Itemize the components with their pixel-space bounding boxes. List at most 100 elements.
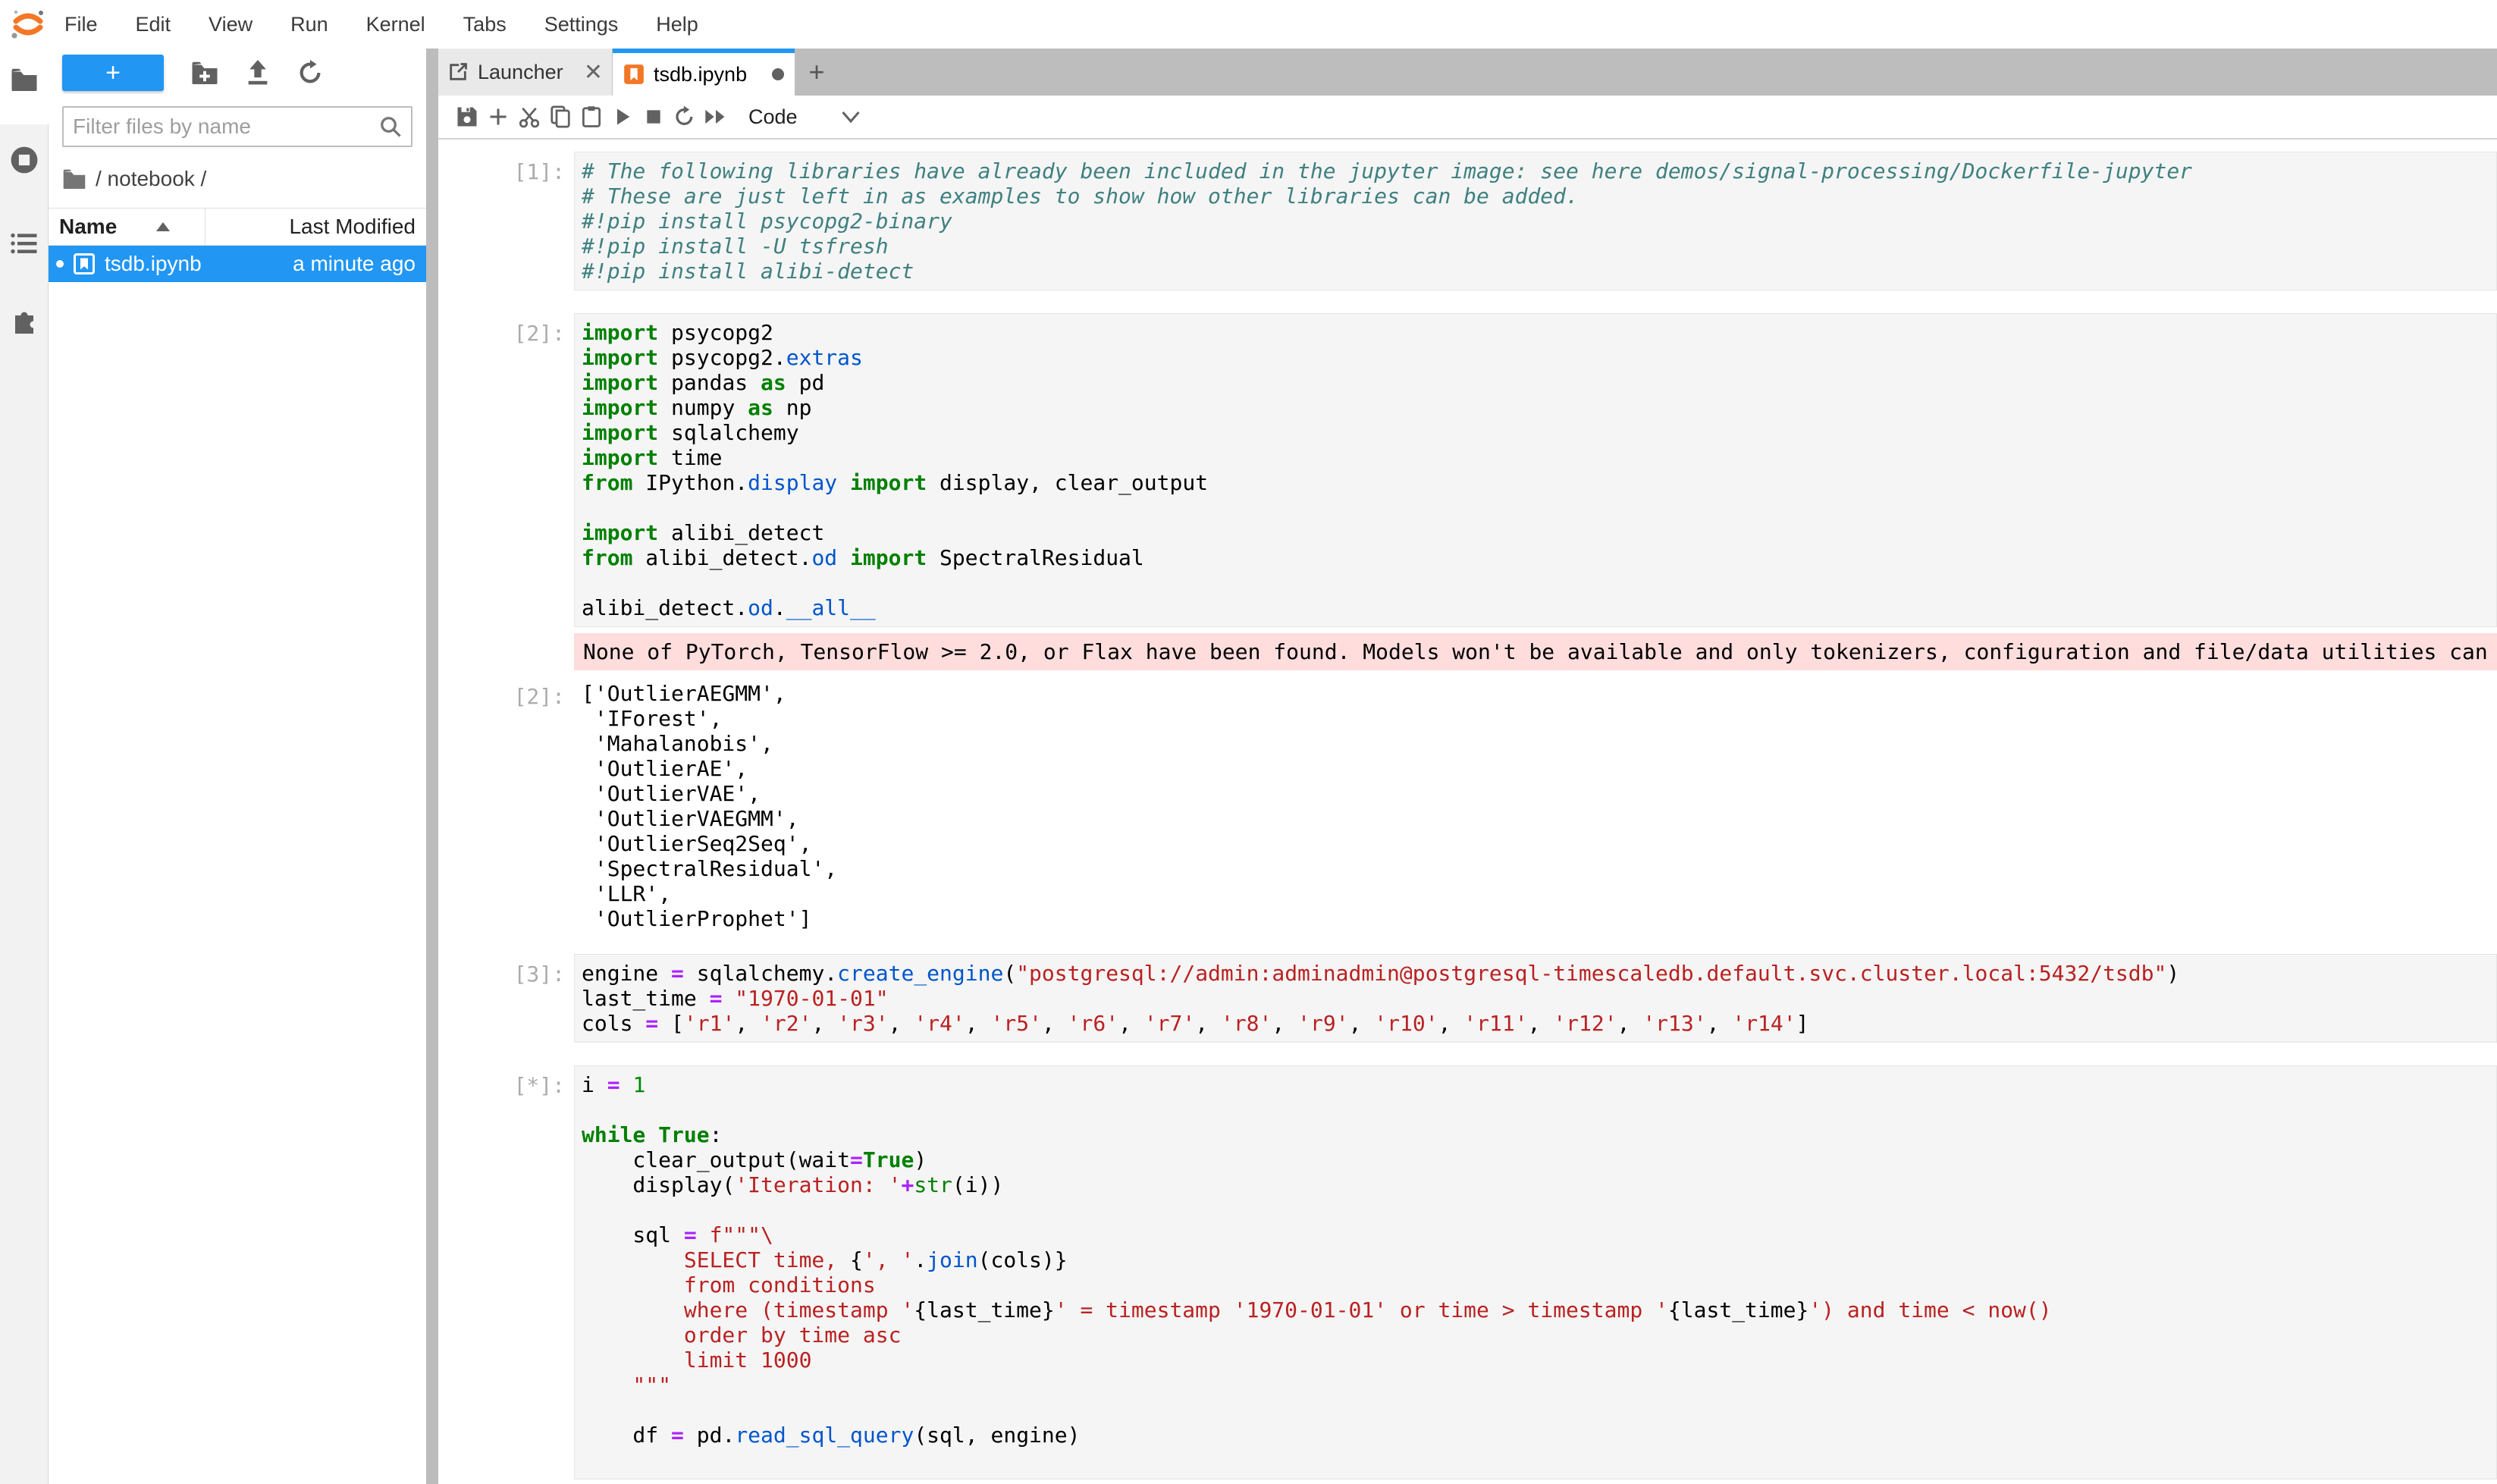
notebook-file-icon — [73, 253, 96, 275]
menu-item-settings[interactable]: Settings — [525, 0, 638, 49]
cell-input-row: [2]:import psycopg2 import psycopg2.extr… — [438, 313, 2497, 627]
plus-icon — [488, 106, 509, 127]
code-cell: [*]:i = 1 while True: clear_output(wait=… — [438, 1065, 2497, 1479]
cut-cells-button[interactable] — [517, 104, 541, 130]
column-header-modified[interactable]: Last Modified — [205, 208, 426, 246]
new-launcher-button[interactable]: + — [62, 55, 164, 91]
cell-type-label: Code — [748, 105, 798, 129]
output-result: [2]:['OutlierAEGMM', 'IForest', 'Mahalan… — [438, 676, 2497, 931]
panel-resize-handle[interactable] — [426, 49, 438, 1484]
upload-icon — [246, 60, 270, 86]
file-modified: a minute ago — [293, 252, 426, 276]
interrupt-kernel-button[interactable] — [642, 104, 666, 130]
stderr-message: None of PyTorch, TensorFlow >= 2.0, or F… — [574, 633, 2497, 670]
refresh-icon — [297, 60, 323, 86]
execution-count: [2]: — [438, 313, 574, 627]
launcher-icon — [447, 61, 469, 83]
copy-icon — [549, 105, 572, 128]
notebook-toolbar: Code — [438, 96, 2497, 140]
breadcrumb[interactable]: / notebook / — [62, 164, 426, 194]
file-filter-box — [62, 106, 413, 147]
sidebar-tab-table-of-contents[interactable] — [0, 174, 49, 255]
restart-kernel-button[interactable] — [673, 104, 697, 130]
activity-bar — [0, 49, 49, 1484]
refresh-button[interactable] — [297, 60, 323, 86]
file-browser-panel: + — [49, 49, 426, 1484]
menu-bar: FileEditViewRunKernelTabsSettingsHelp — [0, 0, 2497, 49]
code-editor[interactable]: import psycopg2 import psycopg2.extras i… — [574, 313, 2497, 627]
file-browser-toolbar: + — [49, 49, 426, 97]
jupyter-logo — [11, 7, 45, 42]
new-folder-icon — [191, 61, 218, 84]
column-header-name[interactable]: Name — [49, 215, 205, 239]
cell-input-row: [*]:i = 1 while True: clear_output(wait=… — [438, 1065, 2497, 1479]
menu-item-run[interactable]: Run — [271, 0, 347, 49]
run-icon — [612, 106, 633, 127]
home-folder-icon — [62, 169, 86, 189]
code-editor[interactable]: # The following libraries have already b… — [574, 152, 2497, 290]
add-cell-button[interactable] — [486, 104, 510, 130]
menu-item-help[interactable]: Help — [637, 0, 717, 49]
code-cell: [3]:engine = sqlalchemy.create_engine("p… — [438, 954, 2497, 1043]
chevron-down-icon — [842, 111, 860, 123]
tab-launcher-label: Launcher — [478, 61, 584, 84]
tab-notebook-label: tsdb.ipynb — [654, 63, 772, 86]
file-list-header: Name Last Modified — [49, 208, 426, 246]
file-filter-input[interactable] — [73, 115, 379, 139]
save-icon — [456, 105, 478, 128]
output-prompt: [2]: — [438, 676, 574, 931]
sort-ascending-icon — [156, 222, 170, 231]
puzzle-icon — [11, 311, 38, 338]
cell-input-row: [3]:engine = sqlalchemy.create_engine("p… — [438, 954, 2497, 1043]
restart-icon — [673, 105, 696, 128]
cell-input-row: [1]:# The following libraries have alrea… — [438, 152, 2497, 290]
execution-count: [3]: — [438, 954, 574, 1043]
notebook-tab-icon — [623, 64, 645, 85]
output-stderr: None of PyTorch, TensorFlow >= 2.0, or F… — [438, 633, 2497, 670]
cell-type-dropdown[interactable]: Code — [748, 105, 860, 129]
restart-run-all-button[interactable] — [704, 104, 728, 130]
code-editor[interactable]: engine = sqlalchemy.create_engine("postg… — [574, 954, 2497, 1043]
run-button[interactable] — [610, 104, 635, 130]
dock-tab-bar: Launcher ✕ tsdb.ipynb + — [438, 49, 2497, 96]
folder-icon — [11, 68, 38, 91]
stop-icon — [644, 107, 663, 127]
search-icon — [379, 115, 402, 138]
new-tab-button[interactable]: + — [795, 49, 839, 96]
output-prompt-spacer — [438, 633, 574, 670]
code-editor[interactable]: i = 1 while True: clear_output(wait=True… — [574, 1065, 2497, 1479]
execution-count: [1]: — [438, 152, 574, 290]
sidebar-tab-running-sessions[interactable] — [0, 91, 49, 174]
upload-button[interactable] — [246, 60, 270, 86]
menu-item-view[interactable]: View — [190, 0, 271, 49]
paste-icon — [580, 105, 603, 128]
paste-cells-button[interactable] — [579, 104, 604, 130]
menu-item-file[interactable]: File — [45, 0, 117, 49]
new-folder-button[interactable] — [191, 61, 218, 84]
sidebar-tab-file-browser[interactable] — [0, 49, 49, 91]
unsaved-changes-dot-icon[interactable] — [772, 68, 784, 80]
tab-tsdb-notebook[interactable]: tsdb.ipynb — [613, 49, 795, 96]
file-name: tsdb.ipynb — [105, 252, 293, 276]
file-row-tsdb[interactable]: tsdb.ipynb a minute ago — [49, 246, 426, 282]
menu-item-edit[interactable]: Edit — [117, 0, 190, 49]
scissors-icon — [518, 105, 541, 128]
code-cell: [1]:# The following libraries have alrea… — [438, 152, 2497, 290]
unsaved-dot-icon — [56, 260, 64, 268]
stop-circle-icon — [10, 146, 39, 174]
code-cell: [2]:import psycopg2 import psycopg2.extr… — [438, 313, 2497, 931]
menu-item-tabs[interactable]: Tabs — [444, 0, 525, 49]
tab-launcher[interactable]: Launcher ✕ — [438, 49, 613, 96]
sidebar-tab-extension-manager[interactable] — [0, 255, 49, 338]
breadcrumb-path: / notebook / — [96, 167, 206, 191]
menu-item-kernel[interactable]: Kernel — [347, 0, 444, 49]
tab-close-icon[interactable]: ✕ — [584, 59, 603, 86]
menu-items: FileEditViewRunKernelTabsSettingsHelp — [45, 0, 717, 49]
save-button[interactable] — [455, 104, 479, 130]
fast-forward-icon — [704, 106, 728, 127]
copy-cells-button[interactable] — [548, 104, 572, 130]
notebook-cells: [1]:# The following libraries have alrea… — [438, 140, 2497, 1484]
output-text: ['OutlierAEGMM', 'IForest', 'Mahalanobis… — [574, 676, 837, 931]
execution-count: [*]: — [438, 1065, 574, 1479]
list-icon — [11, 232, 38, 255]
